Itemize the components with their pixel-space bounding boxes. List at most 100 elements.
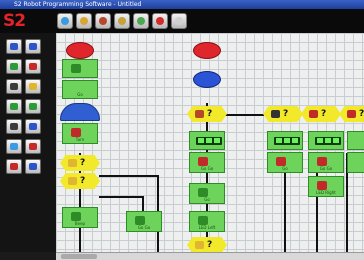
palette-motor-right-button[interactable]	[25, 39, 41, 54]
palette-random-button[interactable]	[25, 139, 41, 154]
open-folder-icon	[80, 17, 88, 25]
palette-start-program-button[interactable]	[25, 159, 41, 174]
action-block[interactable]: Go Go	[126, 211, 162, 232]
motor-icon	[71, 212, 81, 221]
block-label: Go	[77, 92, 83, 97]
flowchart-canvas[interactable]: Go Turn ? ? Beep Go Go ? Go Go Go LED Le…	[56, 33, 364, 252]
timer-icon	[10, 123, 18, 130]
help-button[interactable]	[171, 13, 187, 29]
start-block[interactable]	[193, 71, 221, 88]
action-block[interactable]: LED Left	[189, 211, 225, 232]
block-label: Go	[204, 197, 210, 202]
obstacle-sensor-icon	[347, 110, 356, 118]
toolbar: S2	[0, 9, 364, 33]
block-label: Go Go	[319, 166, 333, 171]
action-block[interactable]: Go Go	[308, 152, 344, 173]
speaker-icon	[198, 157, 208, 166]
obstacle-sensor-icon	[309, 110, 318, 118]
action-block[interactable]: Go Go	[189, 152, 225, 173]
scroll-thumb[interactable]	[61, 254, 97, 259]
decision-block[interactable]: ?	[60, 155, 100, 171]
block-label: Go	[282, 166, 288, 171]
led-display-icon	[274, 137, 300, 145]
new-file-icon	[61, 17, 69, 25]
block-label: Go Go	[137, 225, 151, 230]
app-window: S2 Robot Programming Software - Untitled…	[0, 0, 364, 260]
action-block[interactable]	[347, 152, 364, 173]
palette-led-button[interactable]	[6, 59, 22, 74]
block-label: LED Left	[198, 225, 216, 230]
wire	[142, 196, 144, 211]
led-block[interactable]	[347, 131, 364, 150]
new-file-button[interactable]	[57, 13, 73, 29]
palette-pen-button[interactable]	[6, 79, 22, 94]
motor-left-icon	[10, 43, 18, 50]
block-palette	[0, 33, 56, 252]
light-sensor-icon	[29, 83, 37, 90]
motor-icon	[317, 181, 327, 190]
decision-question-mark: ?	[207, 240, 213, 250]
motor-icon	[135, 216, 145, 225]
save-button[interactable]	[95, 13, 111, 29]
line-sensor-icon	[10, 103, 18, 110]
stop-block[interactable]	[193, 42, 221, 59]
title-bar: S2 Robot Programming Software - Untitled	[0, 0, 364, 9]
light-sensor-icon	[68, 177, 77, 185]
save-icon	[99, 17, 107, 25]
stop-block[interactable]	[66, 42, 94, 59]
action-block[interactable]: Go	[62, 80, 98, 99]
decision-block[interactable]: ?	[263, 106, 303, 122]
stop-button[interactable]	[152, 13, 168, 29]
palette-timer-button[interactable]	[6, 119, 22, 134]
stop-icon	[156, 17, 164, 25]
app-logo: S2	[3, 11, 26, 31]
wire	[99, 196, 144, 198]
motor-icon	[276, 157, 286, 166]
action-block[interactable]: Beep	[62, 207, 98, 228]
action-block[interactable]: Go	[267, 152, 303, 173]
open-file-button[interactable]	[76, 13, 92, 29]
decision-block[interactable]: ?	[187, 106, 227, 122]
action-block[interactable]: Turn	[62, 123, 98, 144]
turn-block[interactable]	[60, 103, 100, 121]
palette-stop-program-button[interactable]	[6, 159, 22, 174]
decision-question-mark: ?	[359, 109, 364, 119]
palette-loop-button[interactable]	[25, 119, 41, 134]
block-label: LED Right	[316, 190, 336, 195]
decision-question-mark: ?	[80, 158, 86, 168]
led-block[interactable]	[189, 131, 225, 150]
decision-block[interactable]: ?	[187, 237, 227, 252]
action-block[interactable]: Go	[189, 183, 225, 204]
decision-block[interactable]: ?	[339, 106, 364, 122]
decision-question-mark: ?	[321, 109, 327, 119]
motor-icon	[317, 157, 327, 166]
light-sensor-icon	[195, 241, 204, 249]
download-button[interactable]	[133, 13, 149, 29]
palette-motor-left-button[interactable]	[6, 39, 22, 54]
pen-icon	[10, 83, 18, 90]
wire	[224, 114, 264, 116]
palette-obstacle-sensor-button[interactable]	[25, 99, 41, 114]
action-block[interactable]	[62, 59, 98, 78]
led-block[interactable]	[308, 131, 344, 150]
wire	[99, 175, 159, 177]
led-block[interactable]	[267, 131, 303, 150]
palette-variable-button[interactable]	[6, 139, 22, 154]
help-icon	[175, 17, 183, 25]
block-label: Beep	[74, 221, 86, 226]
decision-question-mark: ?	[80, 176, 86, 186]
light-sensor-icon	[68, 159, 77, 167]
decision-block[interactable]: ?	[301, 106, 341, 122]
horizontal-scrollbar[interactable]	[56, 252, 364, 260]
palette-speaker-button[interactable]	[25, 59, 41, 74]
decision-block[interactable]: ?	[60, 173, 100, 189]
palette-line-sensor-button[interactable]	[6, 99, 22, 114]
line-sensor-icon	[271, 110, 280, 118]
palette-light-sensor-button[interactable]	[25, 79, 41, 94]
action-block[interactable]: LED Right	[308, 176, 344, 197]
decision-question-mark: ?	[283, 109, 289, 119]
motor-icon	[198, 188, 208, 197]
undo-button[interactable]	[114, 13, 130, 29]
decision-question-mark: ?	[207, 109, 213, 119]
undo-icon	[118, 17, 126, 25]
